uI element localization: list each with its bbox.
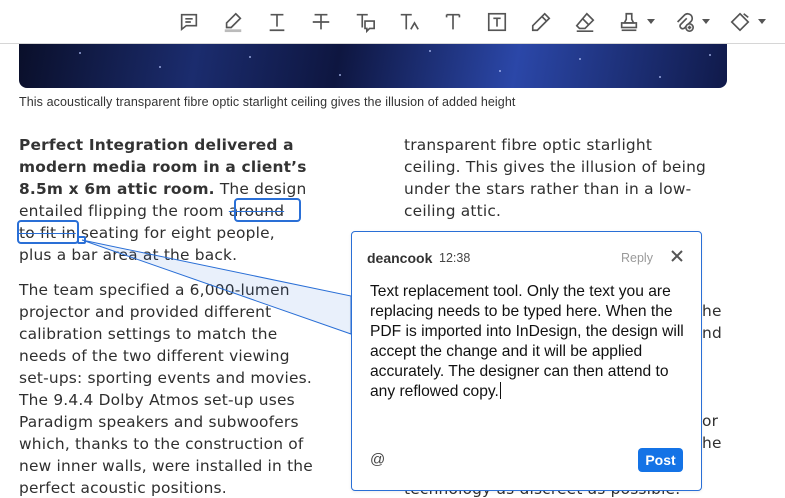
- starlight-ceiling-image: [19, 44, 727, 88]
- comment-time: 12:38: [439, 251, 471, 265]
- paragraph-line: needs of the two different viewing: [19, 347, 290, 365]
- paragraph-line: ceiling attic.: [404, 202, 502, 220]
- partial-line: nd: [702, 324, 722, 342]
- attach-file-icon[interactable]: [670, 8, 710, 36]
- paragraph-line: transparent fibre optic starlight: [404, 136, 653, 154]
- paragraph-line: under the stars rather than in a low-: [404, 180, 692, 198]
- comment-popup: deancook 12:38 Reply Text replacement to…: [351, 231, 702, 491]
- paragraph-line: calibration settings to match the: [19, 325, 278, 343]
- underline-icon[interactable]: [263, 8, 291, 36]
- chevron-down-icon: [647, 19, 655, 24]
- insertion-caret-marker[interactable]: [77, 236, 86, 244]
- intro-bold-line: 8.5m x 6m attic room.: [19, 180, 215, 198]
- post-button[interactable]: Post: [638, 448, 683, 472]
- intro-bold-line: Perfect Integration delivered a: [19, 136, 294, 154]
- body-text: plus a bar area at the back.: [19, 246, 238, 264]
- strikethrough-icon[interactable]: [307, 8, 335, 36]
- body-text: seating for eight people,: [75, 224, 275, 242]
- article-right-column: transparent fibre optic starlight ceilin…: [404, 134, 734, 222]
- text-box-icon[interactable]: [483, 8, 511, 36]
- intro-bold-line: modern media room in a client’s: [19, 158, 307, 176]
- paragraph-line: new inner walls, were installed in the: [19, 457, 313, 475]
- paragraph-line: The team specified a 6,000-lumen: [19, 281, 290, 299]
- paragraph-line: projector and provided different: [19, 303, 272, 321]
- partial-line: or: [702, 412, 719, 430]
- comment-icon[interactable]: [175, 8, 203, 36]
- paragraph-line: set-ups: sporting events and movies.: [19, 369, 312, 387]
- replace-text-icon[interactable]: [351, 8, 379, 36]
- paragraph-line: Paradigm speakers and subwoofers: [19, 413, 299, 431]
- text-icon[interactable]: [439, 8, 467, 36]
- body-text: entailed flipping the room: [19, 202, 229, 220]
- image-caption: This acoustically transparent fibre opti…: [19, 95, 516, 109]
- partially-hidden-text: he nd: [702, 300, 722, 410]
- chevron-down-icon: [758, 19, 766, 24]
- annotation-toolbar: [0, 0, 785, 44]
- partial-line: he: [702, 434, 722, 452]
- text-replace-markup[interactable]: [17, 220, 79, 244]
- stamp-icon[interactable]: [615, 8, 655, 36]
- highlighter-icon[interactable]: [219, 8, 247, 36]
- text-cursor: [499, 382, 501, 399]
- insert-text-icon[interactable]: [395, 8, 423, 36]
- paragraph-line: perfect acoustic positions.: [19, 479, 227, 497]
- reply-button[interactable]: Reply: [621, 251, 653, 265]
- text-replace-markup[interactable]: [234, 198, 301, 222]
- mention-button[interactable]: @: [370, 451, 385, 468]
- comment-text-input[interactable]: Text replacement tool. Only the text you…: [370, 282, 690, 402]
- shapes-icon[interactable]: [726, 8, 766, 36]
- paragraph-line: which, thanks to the construction of: [19, 435, 304, 453]
- article-left-column: Perfect Integration delivered a modern m…: [19, 134, 334, 498]
- eraser-icon[interactable]: [571, 8, 599, 36]
- partially-hidden-text: or he: [702, 410, 722, 454]
- comment-body-text: Text replacement tool. Only the text you…: [370, 283, 684, 400]
- chevron-down-icon: [702, 19, 710, 24]
- pencil-icon[interactable]: [527, 8, 555, 36]
- paragraph-line: The 9.4.4 Dolby Atmos set-up uses: [19, 391, 295, 409]
- comment-author: deancook: [367, 250, 433, 266]
- paragraph-line: ceiling. This gives the illusion of bein…: [404, 158, 706, 176]
- close-icon[interactable]: [669, 248, 685, 264]
- partial-line: he: [702, 302, 722, 320]
- body-text: The design: [214, 180, 307, 198]
